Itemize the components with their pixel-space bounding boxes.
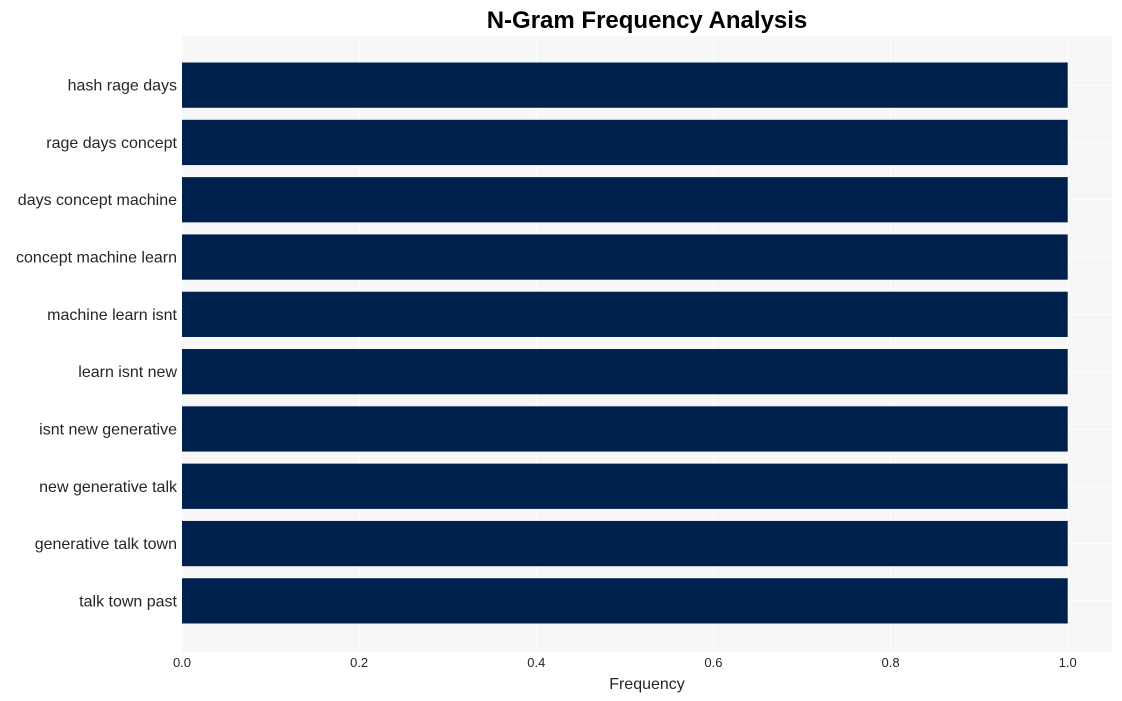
y-tick-label: isnt new generative [39, 421, 177, 438]
x-tick-labels: 0.0 0.2 0.4 0.6 0.8 1.0 [173, 655, 1077, 670]
y-tick-label: machine learn isnt [47, 307, 177, 324]
x-tick-label: 0.0 [173, 655, 191, 670]
chart-title: N-Gram Frequency Analysis [487, 7, 808, 34]
y-tick-label: talk town past [79, 593, 177, 610]
x-tick-label: 1.0 [1059, 655, 1077, 670]
bar [182, 291, 1068, 337]
bar [182, 234, 1068, 280]
y-tick-label: generative talk town [35, 536, 177, 553]
bar [182, 463, 1068, 509]
bar [182, 520, 1068, 567]
y-tick-label: rage days concept [46, 135, 177, 152]
bar [182, 578, 1068, 624]
bar [182, 177, 1068, 223]
x-tick-label: 0.2 [350, 655, 368, 670]
bar [182, 119, 1068, 166]
y-tick-label: new generative talk [39, 479, 178, 496]
x-tick-label: 0.6 [704, 655, 722, 670]
x-tick-label: 0.8 [882, 655, 900, 670]
bar [182, 62, 1068, 108]
y-tick-label: hash rage days [68, 78, 177, 95]
x-axis-label: Frequency [609, 676, 685, 693]
bar [182, 406, 1068, 452]
bar [182, 349, 1068, 395]
x-tick-label: 0.4 [527, 655, 545, 670]
chart: N-Gram Frequency Analysis hash rage days… [16, 7, 1112, 693]
y-tick-label: learn isnt new [78, 364, 177, 381]
y-tick-label: days concept machine [18, 192, 177, 209]
y-tick-labels: hash rage days rage days concept days conc… [16, 78, 178, 611]
y-tick-label: concept machine learn [16, 250, 177, 267]
